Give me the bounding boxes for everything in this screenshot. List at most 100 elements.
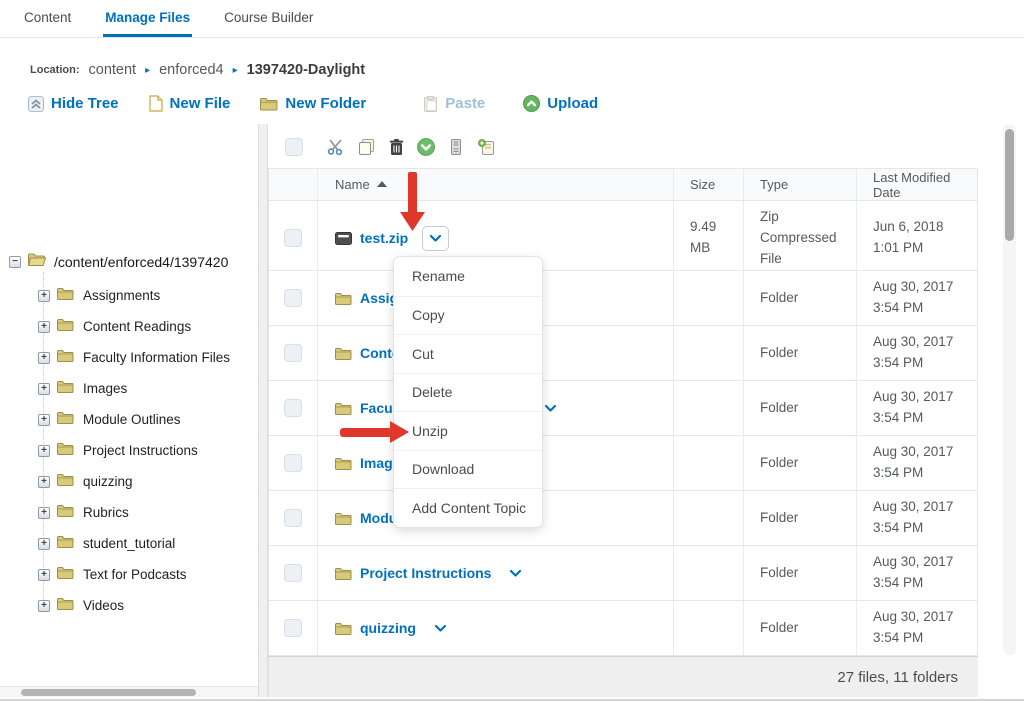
zip-file-icon [335, 232, 352, 245]
menu-item-rename[interactable]: Rename [394, 257, 542, 296]
header-checkbox-cell [269, 169, 317, 200]
paste-button: Paste [424, 95, 485, 112]
column-header-type[interactable]: Type [743, 169, 856, 200]
table-row-faculty-information-files: Faculty Information Files Folder Aug 30,… [269, 381, 977, 436]
tree-item-rubrics[interactable]: +Rubrics [0, 497, 129, 528]
row-checkbox[interactable] [284, 509, 302, 527]
tree-root-label: /content/enforced4/1397420 [54, 254, 228, 270]
folder-context-menu-chevron-icon[interactable] [544, 404, 557, 413]
tree-item-quizzing[interactable]: + quizzing [0, 466, 133, 497]
new-file-label: New File [170, 95, 231, 112]
tree-item-label: Videos [83, 598, 124, 613]
upload-icon [523, 95, 540, 112]
menu-item-add-content-topic[interactable]: Add Content Topic [394, 488, 542, 527]
folder-icon [57, 566, 74, 584]
tree-item-text-for-podcasts[interactable]: +Text for Podcasts [0, 559, 187, 590]
menu-item-delete[interactable]: Delete [394, 373, 542, 412]
expand-icon[interactable]: + [38, 507, 50, 519]
tree-item-videos[interactable]: + Videos [0, 590, 124, 621]
expand-icon[interactable]: + [38, 414, 50, 426]
expand-icon[interactable]: + [38, 569, 50, 581]
table-header-row: Name Size Type Last Modified Date [269, 168, 977, 201]
modified-cell: Aug 30, 2017 3:54 PM [856, 546, 978, 600]
file-link-test-zip[interactable]: test.zip [360, 230, 408, 246]
expand-icon[interactable]: + [38, 290, 50, 302]
file-context-menu-button[interactable] [422, 226, 449, 251]
menu-item-copy[interactable]: Copy [394, 296, 542, 335]
type-cell: Folder [743, 601, 856, 655]
expand-icon[interactable]: + [38, 383, 50, 395]
folder-icon [57, 442, 74, 460]
menu-item-cut[interactable]: Cut [394, 334, 542, 373]
upload-button[interactable]: Upload [523, 95, 598, 112]
type-cell: Folder [743, 381, 856, 435]
folder-context-menu-chevron-icon[interactable] [509, 569, 522, 578]
row-checkbox[interactable] [284, 399, 302, 417]
tree-item-label: Assignments [83, 288, 160, 303]
folder-icon [335, 457, 352, 470]
location-label: Location: [30, 64, 80, 76]
expand-icon[interactable]: + [38, 445, 50, 457]
tree-item-content-readings[interactable]: +Content Readings [0, 311, 191, 342]
tab-manage-files[interactable]: Manage Files [103, 10, 192, 37]
row-checkbox[interactable] [284, 289, 302, 307]
tree-item-project-instructions[interactable]: +Project Instructions [0, 435, 198, 466]
column-header-modified[interactable]: Last Modified Date [856, 169, 978, 200]
tab-content[interactable]: Content [22, 10, 73, 37]
breadcrumb-enforced4[interactable]: enforced4 [159, 62, 224, 78]
column-header-name[interactable]: Name [317, 169, 673, 200]
zip-icon[interactable] [441, 139, 471, 155]
breadcrumb-content[interactable]: content [89, 62, 137, 78]
row-checkbox[interactable] [284, 229, 302, 247]
delete-icon[interactable] [381, 139, 411, 156]
scrollbar-thumb[interactable] [21, 689, 196, 696]
panel-splitter[interactable] [258, 124, 268, 697]
tree-item-label: quizzing [83, 474, 133, 489]
folder-link[interactable]: Project Instructions [360, 565, 491, 581]
hide-tree-button[interactable]: Hide Tree [28, 95, 119, 112]
expand-icon[interactable]: + [38, 321, 50, 333]
row-checkbox[interactable] [284, 619, 302, 637]
tree-item-student-tutorial[interactable]: +student_tutorial [0, 528, 175, 559]
cut-icon[interactable] [321, 139, 351, 155]
tree-item-module-outlines[interactable]: +Module Outlines [0, 404, 181, 435]
row-checkbox[interactable] [284, 344, 302, 362]
select-all-checkbox[interactable] [285, 138, 303, 156]
new-folder-label: New Folder [285, 95, 366, 112]
row-checkbox[interactable] [284, 454, 302, 472]
type-cell: Zip Compressed File [743, 201, 856, 276]
tree-item-faculty-information-files[interactable]: +Faculty Information Files [0, 342, 230, 373]
tree-item-assignments[interactable]: + Assignments [0, 280, 160, 311]
menu-item-download[interactable]: Download [394, 450, 542, 489]
new-file-button[interactable]: New File [149, 95, 231, 112]
table-vertical-scrollbar[interactable] [1003, 124, 1016, 655]
folder-context-menu-chevron-icon[interactable] [434, 624, 447, 633]
expand-icon[interactable]: + [38, 600, 50, 612]
menu-item-unzip[interactable]: Unzip [394, 411, 542, 450]
tab-course-builder[interactable]: Course Builder [222, 10, 315, 37]
folder-link[interactable]: quizzing [360, 620, 416, 636]
table-row-content-readings: Content Readings Folder Aug 30, 2017 3:5… [269, 326, 977, 381]
scrollbar-thumb[interactable] [1005, 129, 1014, 241]
folder-icon [335, 347, 352, 360]
type-cell: Folder [743, 491, 856, 545]
download-icon[interactable] [411, 138, 441, 156]
copy-icon[interactable] [351, 139, 381, 156]
folder-icon [335, 402, 352, 415]
folder-icon [57, 287, 74, 305]
modified-cell: Aug 30, 2017 3:54 PM [856, 381, 978, 435]
new-folder-button[interactable]: New Folder [260, 95, 366, 112]
expand-icon[interactable]: + [38, 476, 50, 488]
size-cell: 9.49 MB [673, 201, 743, 276]
expand-icon[interactable]: + [38, 352, 50, 364]
name-header-label: Name [335, 177, 370, 192]
expand-icon[interactable]: + [38, 538, 50, 550]
row-checkbox[interactable] [284, 564, 302, 582]
column-header-size[interactable]: Size [673, 169, 743, 200]
modified-cell: Aug 30, 2017 3:54 PM [856, 271, 978, 325]
tree-horizontal-scrollbar[interactable] [0, 686, 258, 697]
unzip-add-file-icon[interactable] [471, 139, 501, 155]
collapse-icon[interactable]: − [9, 256, 21, 268]
tree-root-node[interactable]: − /content/enforced4/1397420 [0, 251, 228, 273]
tree-item-images[interactable]: +Images [0, 373, 127, 404]
